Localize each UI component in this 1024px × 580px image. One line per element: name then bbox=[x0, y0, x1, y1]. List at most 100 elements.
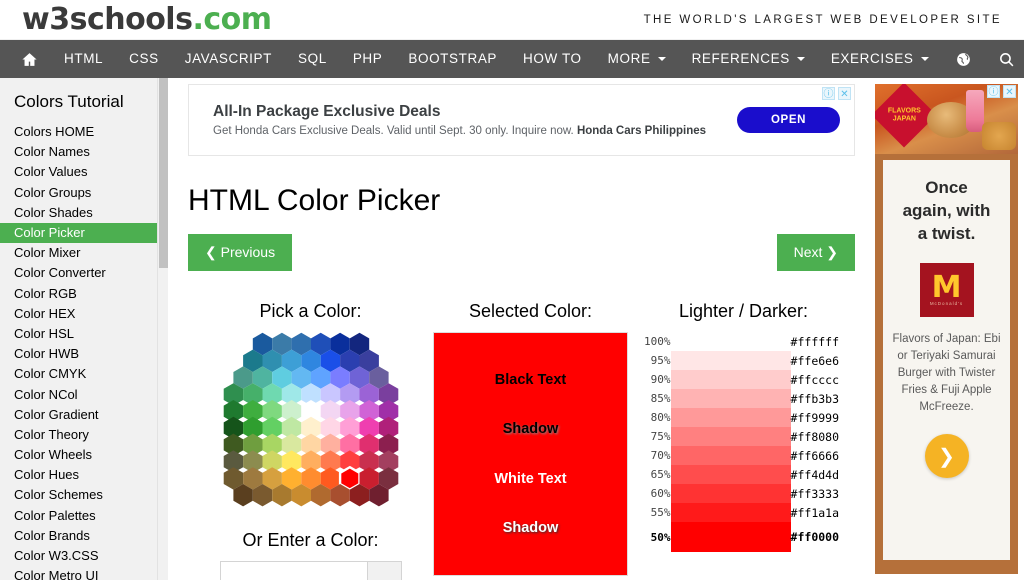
ad-description-text: Get Honda Cars Exclusive Deals. Valid un… bbox=[213, 124, 577, 137]
lighter-darker-row[interactable]: 90% #ffcccc bbox=[634, 370, 861, 389]
sidebar-item-color-cmyk[interactable]: Color CMYK bbox=[0, 364, 168, 384]
right-ad-cta-button[interactable]: ❯ bbox=[924, 434, 969, 478]
sidebar-item-color-hsl[interactable]: Color HSL bbox=[0, 324, 168, 344]
site-logo[interactable]: w3schools.com bbox=[22, 1, 272, 37]
lighter-darker-row[interactable]: 65% #ff4d4d bbox=[634, 465, 861, 484]
nav-item-exercises[interactable]: EXERCISES bbox=[818, 40, 942, 78]
sidebar-item-color-theory[interactable]: Color Theory bbox=[0, 425, 168, 445]
sidebar-item-color-schemes[interactable]: Color Schemes bbox=[0, 485, 168, 505]
nav-item-php[interactable]: PHP bbox=[340, 40, 396, 78]
chevron-down-icon bbox=[657, 57, 666, 61]
nav-item-sql[interactable]: SQL bbox=[285, 40, 340, 78]
ad-controls: ⓘ ✕ bbox=[822, 87, 851, 100]
nav-item-html[interactable]: HTML bbox=[51, 40, 116, 78]
selected-color-heading: Selected Color: bbox=[468, 301, 593, 321]
color-input-field[interactable] bbox=[219, 561, 368, 580]
lighter-darker-row[interactable]: 100% #ffffff bbox=[634, 332, 861, 351]
top-advertisement[interactable]: All-In Package Exclusive Deals Get Honda… bbox=[188, 84, 855, 156]
lighter-darker-row[interactable]: 55% #ff1a1a bbox=[634, 503, 861, 522]
sidebar-item-color-values[interactable]: Color Values bbox=[0, 162, 168, 182]
nav-label: EXERCISES bbox=[830, 51, 914, 66]
nav-item-home[interactable] bbox=[8, 40, 51, 78]
shade-swatch[interactable] bbox=[671, 332, 791, 351]
color-wheel[interactable] bbox=[206, 332, 416, 514]
shade-percent: 55% bbox=[650, 506, 671, 519]
shade-swatch-cell bbox=[670, 465, 791, 484]
sidebar-item-color-shades[interactable]: Color Shades bbox=[0, 203, 168, 223]
info-icon[interactable]: ⓘ bbox=[987, 85, 1000, 98]
color-submit-button[interactable] bbox=[367, 561, 402, 580]
sidebar-item-color-palettes[interactable]: Color Palettes bbox=[0, 506, 168, 526]
lighter-darker-row[interactable]: 80% #ff9999 bbox=[634, 408, 861, 427]
ad-open-button[interactable]: OPEN bbox=[737, 107, 840, 133]
nav-label: SQL bbox=[297, 51, 327, 66]
shade-percent: 90% bbox=[650, 373, 671, 386]
ad-headline: All-In Package Exclusive Deals bbox=[213, 102, 441, 120]
right-advertisement[interactable]: ⓘ ✕ FLAVORS JAPAN Once again, with a twist.… bbox=[875, 84, 1018, 574]
sidebar-item-color-gradient[interactable]: Color Gradient bbox=[0, 405, 168, 425]
sidebar-item-color-w3css[interactable]: Color W3.CSS bbox=[0, 546, 168, 566]
sidebar-item-color-picker[interactable]: Color Picker bbox=[0, 222, 168, 244]
previous-button[interactable]: ❮ Previous bbox=[188, 234, 293, 271]
sidebar-scrollbar[interactable] bbox=[157, 78, 168, 580]
sidebar-item-color-rgb[interactable]: Color RGB bbox=[0, 284, 168, 304]
sidebar-item-colors-home[interactable]: Colors HOME bbox=[0, 122, 168, 142]
shade-swatch[interactable] bbox=[670, 389, 791, 408]
info-icon[interactable]: ⓘ bbox=[822, 87, 835, 100]
shade-swatch[interactable] bbox=[670, 408, 791, 427]
nav-item-how-to[interactable]: HOW TO bbox=[510, 40, 595, 78]
nav-item-language[interactable] bbox=[942, 40, 985, 78]
sidebar-item-color-wheels[interactable]: Color Wheels bbox=[0, 445, 168, 465]
sidebar-item-color-converter[interactable]: Color Converter bbox=[0, 263, 168, 283]
chevron-right-icon: ❯ bbox=[938, 445, 955, 468]
lighter-darker-row[interactable]: 70% #ff6666 bbox=[634, 446, 861, 465]
shade-swatch[interactable] bbox=[670, 351, 791, 370]
lighter-darker-row[interactable]: 75% #ff8080 bbox=[634, 427, 861, 446]
lighter-darker-row[interactable]: 95% #ffe6e6 bbox=[634, 351, 861, 370]
sidebar-item-color-ncol[interactable]: Color NCol bbox=[0, 384, 168, 404]
lighter-darker-row[interactable]: 85% #ffb3b3 bbox=[634, 389, 861, 408]
nav-label: PHP bbox=[352, 51, 383, 66]
logo-subtext: McDonald's bbox=[929, 300, 964, 306]
sidebar-item-color-mixer[interactable]: Color Mixer bbox=[0, 243, 168, 263]
nav-item-search[interactable] bbox=[985, 40, 1024, 78]
close-icon[interactable]: ✕ bbox=[1003, 85, 1016, 98]
right-ad-card: Once again, with a twist. M McDonald's Fla… bbox=[883, 160, 1010, 560]
shade-swatch-cell bbox=[670, 522, 791, 552]
nav-item-more[interactable]: MORE bbox=[595, 40, 679, 78]
shade-swatch-cell bbox=[670, 408, 791, 427]
sidebar-item-color-names[interactable]: Color Names bbox=[0, 142, 168, 162]
nav-label: CSS bbox=[129, 51, 159, 66]
shade-percent: 100% bbox=[644, 335, 671, 348]
sidebar-item-color-hwb[interactable]: Color HWB bbox=[0, 344, 168, 364]
enter-a-color-heading: Or Enter a Color: bbox=[242, 530, 379, 550]
sidebar-scrollbar-thumb[interactable] bbox=[159, 78, 168, 268]
lighter-darker-row[interactable]: 50% #ff0000 bbox=[634, 522, 861, 552]
chevron-down-icon bbox=[796, 57, 805, 61]
nav-item-css[interactable]: CSS bbox=[116, 40, 172, 78]
shade-swatch[interactable] bbox=[670, 503, 791, 522]
lighter-darker-row[interactable]: 60% #ff3333 bbox=[634, 484, 861, 503]
color-wheel-svg[interactable] bbox=[206, 332, 416, 514]
shade-swatch[interactable] bbox=[670, 370, 791, 389]
next-button[interactable]: Next ❯ bbox=[776, 234, 855, 271]
logo-suffix: .com bbox=[192, 1, 272, 37]
shade-swatch[interactable] bbox=[670, 427, 791, 446]
lighter-darker-table: 100% #ffffff 95% #ffe6e6 90% #ffcccc 85% #ffb3b… bbox=[634, 332, 861, 552]
sidebar-item-color-hex[interactable]: Color HEX bbox=[0, 304, 168, 324]
right-ad-body: Flavors of Japan: Ebi or Teriyaki Samura… bbox=[892, 333, 1001, 413]
shade-hex-value: #ff8080 bbox=[790, 429, 840, 444]
shade-swatch[interactable] bbox=[670, 522, 791, 552]
shade-swatch[interactable] bbox=[670, 465, 791, 484]
nav-item-references[interactable]: REFERENCES bbox=[679, 40, 818, 78]
nav-item-bootstrap[interactable]: BOOTSTRAP bbox=[395, 40, 510, 78]
shade-swatch[interactable] bbox=[670, 446, 791, 465]
sidebar-item-color-brands[interactable]: Color Brands bbox=[0, 526, 168, 546]
sidebar-item-color-metro-ui[interactable]: Color Metro UI bbox=[0, 566, 168, 580]
close-icon[interactable]: ✕ bbox=[838, 87, 851, 100]
shade-swatch[interactable] bbox=[670, 484, 791, 503]
sidebar-item-color-groups[interactable]: Color Groups bbox=[0, 183, 168, 203]
nav-item-javascript[interactable]: JAVASCRIPT bbox=[172, 40, 285, 78]
selected-color-swatch[interactable]: Black Text Shadow White Text Shadow bbox=[433, 332, 628, 576]
sidebar-item-color-hues[interactable]: Color Hues bbox=[0, 465, 168, 485]
